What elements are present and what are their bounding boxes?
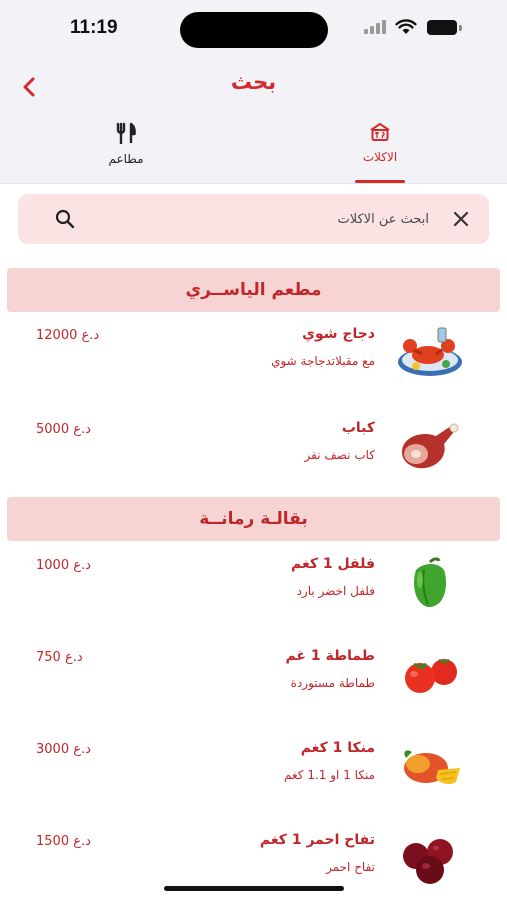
page-title: بحث	[230, 70, 277, 94]
nav-header: بحث الاكلات مطاعم	[0, 56, 507, 184]
item-name: فلفل 1 كغم	[291, 556, 375, 572]
item-price: د.ع 1000	[36, 558, 91, 573]
dynamic-island	[180, 12, 328, 48]
section-header-alyasiri: مطعم الياســري	[7, 268, 500, 312]
status-bar: 11:19	[0, 0, 507, 56]
tab-meals[interactable]: الاكلات	[340, 122, 420, 164]
item-description: فلفل اخضر بارد	[296, 584, 375, 598]
item-name: دجاج شوي	[302, 326, 375, 342]
search-icon[interactable]	[52, 206, 78, 232]
item-description: كاب نصف نفر	[304, 448, 376, 462]
tab-indicator	[355, 180, 405, 183]
tab-restaurants-label: مطاعم	[108, 152, 144, 166]
search-input[interactable]	[78, 194, 429, 244]
item-price: د.ع 750	[36, 650, 83, 665]
item-price: د.ع 1500	[36, 834, 91, 849]
item-price: د.ع 12000	[36, 328, 100, 343]
wifi-icon	[395, 19, 417, 34]
red-apples-icon	[403, 839, 453, 884]
item-name: طماطة 1 غم	[285, 648, 375, 664]
fork-knife-icon	[116, 122, 136, 145]
home-indicator	[164, 886, 344, 891]
ham-leg-icon	[402, 423, 459, 469]
item-description: تفاح احمر	[326, 860, 375, 874]
mango-icon	[404, 750, 460, 785]
battery-tip	[459, 25, 462, 31]
tomatoes-icon	[405, 658, 457, 693]
item-description: مع مقبلاتدجاجة شوي	[271, 354, 375, 368]
item-name: تفاح احمر 1 كغم	[259, 832, 375, 848]
item-name: منكا 1 كغم	[300, 740, 375, 756]
tab-meals-label: الاكلات	[362, 150, 398, 164]
list-item[interactable]: دجاج شوي مع مقبلاتدجاجة شوي د.ع 12000	[0, 326, 507, 416]
item-price: د.ع 5000	[36, 422, 91, 437]
item-description: منكا 1 او 1.1 كغم	[284, 768, 375, 782]
battery-icon	[427, 20, 457, 35]
app-screen: 11:19 بحث الاكلات مطاعم ابحث عن الاكلات …	[0, 0, 507, 900]
list-item[interactable]: فلفل 1 كغم فلفل اخضر بارد د.ع 1000	[0, 556, 507, 646]
list-item[interactable]: طماطة 1 غم طماطة مستوردة د.ع 750	[0, 648, 507, 738]
tab-restaurants[interactable]: مطاعم	[86, 122, 166, 166]
item-description: طماطة مستوردة	[290, 676, 375, 690]
item-price: د.ع 3000	[36, 742, 91, 757]
close-icon	[453, 211, 469, 227]
list-item[interactable]: منكا 1 كغم منكا 1 او 1.1 كغم د.ع 3000	[0, 740, 507, 830]
lobster-plate-icon	[398, 327, 462, 376]
green-pepper-icon	[414, 557, 446, 607]
cellular-signal-icon	[364, 20, 386, 34]
search-bar	[18, 194, 489, 244]
item-name: كباب	[341, 420, 375, 436]
clear-search-button[interactable]	[448, 206, 474, 232]
restaurant-building-icon	[370, 123, 390, 141]
status-time: 11:19	[70, 17, 118, 38]
section-header-rumana: بقالـة رمانــة	[7, 497, 500, 541]
